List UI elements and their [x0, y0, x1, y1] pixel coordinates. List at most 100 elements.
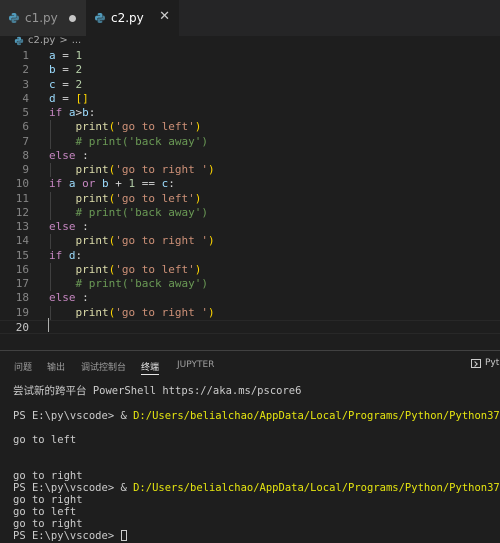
code-token: =: [55, 49, 76, 62]
code-text: print('go to left'): [49, 262, 202, 277]
terminal-line: go to right: [13, 494, 83, 506]
code-token: ): [207, 305, 215, 319]
python-path: D:/Users/belialchao/AppData/Local/Progra…: [133, 410, 500, 422]
line-number: 19: [15, 305, 29, 319]
code-token: ): [207, 163, 215, 176]
terminal-line: 尝试新的跨平台 PowerShell https://aka.ms/pscore…: [13, 385, 301, 397]
code-line[interactable]: 20: [0, 319, 500, 335]
code-line[interactable]: 2b = 2: [0, 63, 500, 77]
tab-c2-py[interactable]: c2.py ✕: [86, 0, 179, 36]
indent-guide: [50, 305, 51, 320]
breadcrumb-separator: >: [59, 35, 68, 46]
code-token: 2: [75, 63, 83, 77]
code-token: 1: [75, 49, 83, 62]
close-icon[interactable]: ✕: [159, 10, 170, 24]
code-line[interactable]: 4 d = []: [0, 92, 500, 106]
code-token: ): [207, 234, 215, 248]
unsaved-dot-icon[interactable]: [69, 15, 76, 22]
terminal-text: go to right: [13, 518, 83, 530]
code-token: b: [49, 63, 56, 77]
code-token: +: [108, 177, 129, 191]
code-line[interactable]: 18 else :: [0, 291, 500, 305]
terminal-line: go to left: [13, 434, 76, 446]
code-line[interactable]: 14 print('go to right '): [0, 234, 500, 248]
code-line[interactable]: 8 else :: [0, 149, 500, 163]
indent-guide: [50, 120, 51, 149]
line-number: 15: [15, 248, 29, 262]
code-text: if a or b + 1 == c:: [49, 177, 175, 191]
code-text: print('go to left'): [49, 120, 202, 134]
code-line[interactable]: 13 else :: [0, 220, 500, 234]
code-token: :: [75, 248, 83, 262]
tab-terminal[interactable]: 终端: [141, 360, 160, 375]
code-line[interactable]: 7 # print('back away'): [0, 135, 500, 149]
line-number: 5: [22, 106, 29, 119]
terminal-selector-label: Pyth: [485, 358, 500, 368]
indent-guide: [50, 163, 51, 178]
terminal-output[interactable]: 尝试新的跨平台 PowerShell https://aka.ms/pscore…: [0, 380, 500, 543]
code-text: print('go to right '): [49, 306, 215, 320]
code-line[interactable]: 5 if a>b:: [0, 106, 500, 120]
code-text: a = 1: [49, 49, 82, 63]
tab-debug-console[interactable]: 调试控制台: [81, 360, 126, 373]
code-line[interactable]: 9 print('go to right '): [0, 163, 500, 177]
code-line[interactable]: 17 # print('back away'): [0, 277, 500, 291]
code-token: d: [68, 248, 76, 262]
code-line[interactable]: 3 c = 2: [0, 78, 500, 92]
code-token: print: [75, 305, 109, 319]
code-token: :: [75, 291, 89, 305]
code-editor[interactable]: 1a = 12b = 23c = 24d = [] 5 if a>b: 6 print…: [0, 47, 500, 337]
code-token: 'go to right ': [115, 305, 208, 319]
tab-problems[interactable]: 问题: [14, 360, 32, 373]
code-text: b = 2: [49, 63, 82, 77]
breadcrumb-file[interactable]: c2.py: [28, 36, 55, 46]
code-token: print: [75, 262, 109, 276]
code-text: d = []: [49, 92, 89, 106]
terminal-line: PS E:\py\vscode>: [13, 530, 128, 542]
code-token: :: [75, 220, 89, 233]
tab-c1-py[interactable]: c1.py: [0, 0, 86, 36]
terminal-line: go to right: [13, 518, 83, 530]
code-text: print('go to right '): [49, 234, 215, 248]
code-line[interactable]: 1a = 1: [0, 49, 500, 63]
code-line[interactable]: 6 print('go to left'): [0, 120, 500, 134]
line-number: 17: [15, 277, 29, 290]
code-line[interactable]: 12 # print('back away'): [0, 206, 500, 220]
breadcrumb-more[interactable]: ...: [72, 36, 82, 46]
code-text: # print('back away'): [49, 277, 208, 291]
code-line[interactable]: 16 print('go to left'): [0, 263, 500, 277]
line-number: 11: [15, 191, 29, 205]
terminal-line: PS E:\py\vscode> & D:/Users/belialchao/A…: [13, 410, 500, 422]
code-token: else: [49, 291, 76, 305]
code-token: ): [194, 120, 202, 134]
code-token: 'go to right ': [115, 163, 208, 176]
code-token: =: [55, 91, 76, 105]
code-line[interactable]: 15 if d:: [0, 249, 500, 263]
python-path: D:/Users/belialchao/AppData/Local/Progra…: [133, 482, 500, 494]
tab-jupyter[interactable]: JUPYTER: [177, 360, 214, 370]
code-text: # print('back away'): [49, 206, 208, 220]
terminal-text: go to left: [13, 434, 77, 446]
panel-tab-bar: 问题 输出 调试控制台 终端 JUPYTER: [0, 351, 500, 379]
code-token: 'go to left': [115, 262, 195, 276]
code-line[interactable]: 10 if a or b + 1 == c:: [0, 177, 500, 191]
terminal-text: PS E:\py\vscode> &: [13, 482, 134, 494]
python-icon: [14, 36, 24, 46]
code-text: if a>b:: [49, 106, 95, 120]
code-line[interactable]: 19 print('go to right '): [0, 306, 500, 320]
code-line[interactable]: 11 print('go to left'): [0, 192, 500, 206]
code-text: else :: [49, 291, 89, 305]
terminal-line: go to right: [13, 470, 83, 482]
code-token: else: [49, 148, 76, 162]
terminal-selector[interactable]: Pyth: [471, 358, 500, 368]
tab-output[interactable]: 输出: [47, 360, 65, 373]
code-text: else :: [49, 149, 89, 163]
line-number: 6: [22, 120, 29, 134]
terminal-text: go to right: [13, 470, 83, 482]
editor-tab-bar: c1.py c2.py ✕: [0, 0, 500, 36]
